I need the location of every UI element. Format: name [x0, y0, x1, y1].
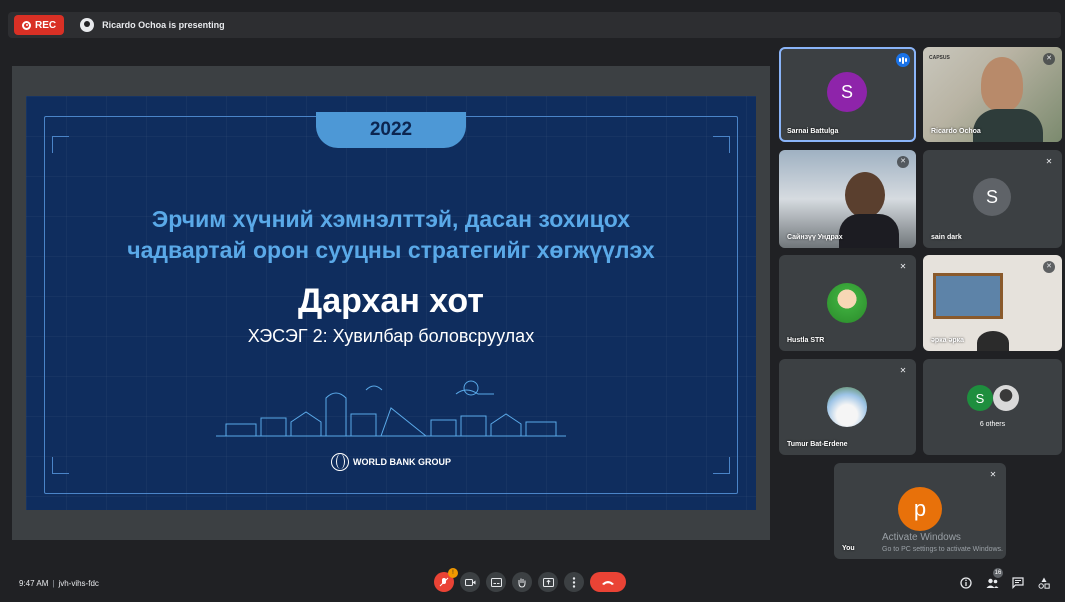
mic-toggle-button[interactable]: !	[434, 568, 458, 592]
info-icon	[960, 577, 972, 589]
chat-button[interactable]	[1010, 575, 1026, 591]
present-icon	[542, 577, 554, 587]
record-icon	[22, 20, 31, 30]
clock-time: 9:47 AM	[19, 579, 49, 588]
slide-year: 2022	[316, 112, 466, 148]
watermark-line-2: Go to PC settings to activate Windows.	[882, 546, 1003, 553]
globe-icon	[331, 453, 349, 471]
city-skyline-illustration	[216, 380, 566, 437]
person-body	[973, 109, 1043, 142]
camera-toggle-button[interactable]	[460, 572, 480, 592]
hang-up-icon	[602, 580, 614, 585]
slide-title: Эрчим хүчний хэмнэлттэй, дасан зохицох ч…	[26, 204, 756, 266]
camera-icon	[464, 578, 475, 586]
watermark-line-1: Activate Windows	[882, 532, 961, 543]
bottom-bar: 9:47 AM | jvh-vihs-fdc ! 16	[0, 566, 1065, 602]
captions-icon	[490, 577, 502, 587]
mic-off-icon: ✕	[1043, 53, 1055, 65]
slide-title-line-2: чадвартай орон сууцны стратегийг хөгжүүл…	[127, 237, 655, 263]
participant-name: Ricardo Ochoa	[931, 128, 981, 135]
activities-button[interactable]	[1036, 575, 1052, 591]
participant-tile[interactable]: S Sarnai Battulga	[779, 47, 916, 142]
avatar-initial: p	[913, 496, 927, 521]
participant-name: әрка әрка	[931, 337, 965, 344]
background-sign-text: CAPSUS	[929, 55, 950, 61]
slide-city: Дархан хот	[298, 282, 484, 320]
avatar-initial: S	[985, 186, 998, 207]
participant-tile-others[interactable]: S 6 others	[923, 359, 1062, 455]
raise-hand-button[interactable]	[512, 572, 532, 592]
meeting-code: jvh-vihs-fdc	[58, 579, 99, 588]
activate-windows-watermark: Activate Windows Go to PC settings to ac…	[882, 532, 1003, 556]
slide-subtitle: ХЭСЭГ 2: Хувилбар боловсруулах	[247, 326, 535, 346]
rec-label: REC	[35, 19, 57, 31]
avatar-initial: S	[840, 81, 853, 102]
frame-corner	[52, 136, 69, 153]
mic-warning-badge: !	[448, 568, 458, 578]
side-panel-controls: 16	[958, 568, 1052, 591]
people-button[interactable]: 16	[984, 568, 1003, 591]
slide-title-line-1: Эрчим хүчний хэмнэлттэй, дасан зохицох	[151, 206, 631, 232]
mic-off-icon: ✕	[899, 366, 907, 375]
mic-off-icon: ✕	[1043, 261, 1055, 273]
participant-tile[interactable]: ✕ Сайнзүү Ундрах	[779, 150, 916, 248]
leave-call-button[interactable]	[590, 572, 626, 592]
person-head	[845, 172, 885, 218]
mic-off-icon: ✕	[989, 470, 997, 479]
participant-avatar-image	[827, 283, 867, 323]
more-options-button[interactable]	[564, 572, 584, 592]
presenting-text: Ricardo Ochoa is presenting	[102, 20, 225, 30]
participant-tile[interactable]: CAPSUS ✕ Ricardo Ochoa	[923, 47, 1062, 142]
speaking-indicator-icon	[896, 53, 910, 67]
present-now-button[interactable]	[538, 572, 558, 592]
participant-name: Tumur Bat-Erdene	[787, 441, 848, 448]
person-head	[977, 331, 1009, 351]
mic-off-icon: ✕	[1045, 157, 1053, 166]
mic-off-icon	[439, 577, 449, 587]
participant-avatar-image	[993, 385, 1019, 411]
person-head	[981, 57, 1023, 111]
meeting-info: 9:47 AM | jvh-vihs-fdc	[19, 579, 99, 588]
participant-tile[interactable]: ✕ Tumur Bat-Erdene	[779, 359, 916, 455]
participant-name: You	[842, 545, 855, 552]
mic-off-icon: ✕	[899, 262, 907, 271]
participant-avatar: S	[973, 178, 1011, 216]
participant-avatar-image	[827, 387, 867, 427]
presenting-indicator: Ricardo Ochoa is presenting	[80, 18, 225, 32]
avatar-initial: S	[975, 390, 985, 406]
participant-avatar: p	[898, 487, 942, 531]
more-vert-icon	[572, 576, 576, 588]
avatar-circle: S	[827, 72, 867, 112]
participant-name: Sarnai Battulga	[787, 128, 839, 135]
participant-tile[interactable]: ✕ әрка әрка	[923, 255, 1062, 351]
world-bank-logo: WORLD BANK GROUP	[26, 453, 756, 471]
activities-icon	[1038, 577, 1050, 589]
frame-corner	[713, 136, 730, 153]
separator: |	[52, 579, 55, 588]
person-body	[839, 214, 899, 248]
participant-avatar: S	[967, 385, 993, 411]
captions-button[interactable]	[486, 572, 506, 592]
presenter-avatar-icon	[80, 18, 95, 32]
chat-icon	[1012, 577, 1024, 589]
call-controls: !	[434, 568, 626, 592]
mic-off-icon: ✕	[897, 156, 909, 168]
people-count-badge: 16	[993, 568, 1003, 578]
participant-tile[interactable]: S ✕ sain dark	[923, 150, 1062, 248]
presentation-stage: 2022 Эрчим хүчний хэмнэлттэй, дасан зохи…	[12, 66, 770, 540]
participant-name: Hustla STR	[787, 337, 825, 344]
raise-hand-icon	[518, 578, 526, 588]
painting-in-background	[933, 273, 1003, 319]
participant-avatar: S	[827, 72, 867, 112]
logo-text: WORLD BANK GROUP	[353, 457, 451, 467]
presentation-slide: 2022 Эрчим хүчний хэмнэлттэй, дасан зохи…	[26, 96, 756, 510]
top-bar: REC Ricardo Ochoa is presenting	[8, 12, 1061, 38]
participant-tile[interactable]: ✕ Hustla STR	[779, 255, 916, 351]
meeting-details-button[interactable]	[958, 575, 974, 591]
others-count: 6 others	[979, 421, 1006, 428]
recording-badge: REC	[14, 15, 65, 35]
people-icon	[986, 578, 998, 588]
participant-name: Сайнзүү Ундрах	[787, 234, 843, 241]
participant-name: sain dark	[931, 234, 962, 241]
